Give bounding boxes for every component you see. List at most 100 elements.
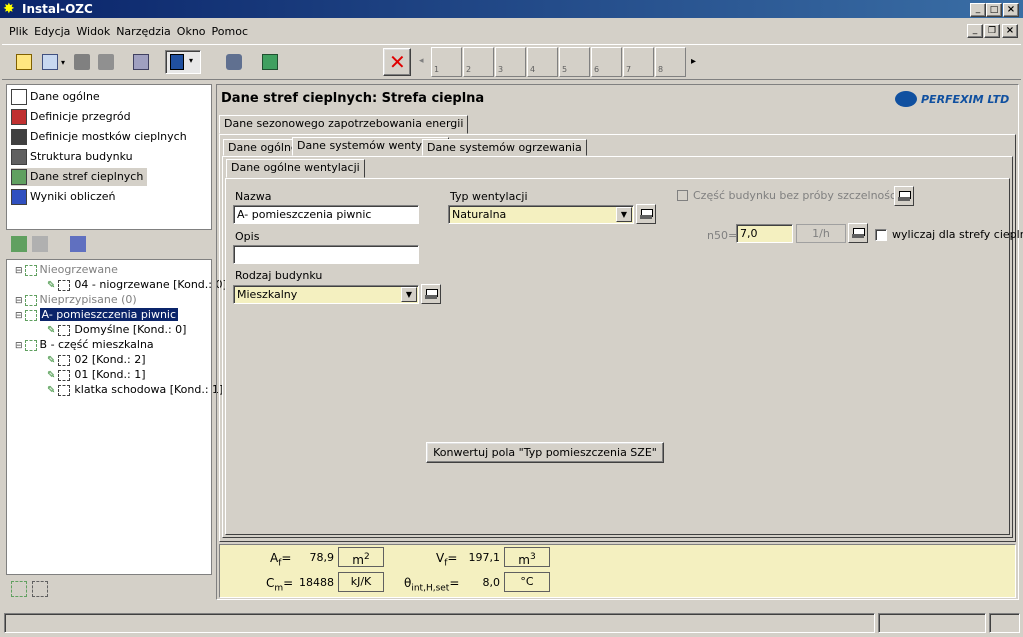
- n50-input[interactable]: 7,0: [736, 224, 793, 243]
- cm-unit: kJ/K: [338, 572, 384, 592]
- menu-bar: Plik Edycja Widok Narzędzia Okno Pomoc: [6, 23, 251, 41]
- menu-okno[interactable]: Okno: [174, 23, 209, 41]
- tab-heating-systems[interactable]: Dane systemów ogrzewania: [422, 139, 587, 156]
- vf-unit-exponent: 3: [529, 552, 536, 562]
- mdi-restore-button[interactable]: ❐: [984, 24, 1000, 38]
- save-icon[interactable]: [74, 54, 90, 70]
- minimize-button[interactable]: _: [970, 3, 986, 17]
- tree-toolbar: [6, 233, 212, 257]
- tree-item[interactable]: ✎ Domyślne [Kond.: 0]: [47, 323, 186, 338]
- calculator-toggle[interactable]: ▾: [165, 50, 201, 74]
- page-tab-2[interactable]: 2: [463, 47, 494, 77]
- tree-item[interactable]: ⊟ B - część mieszkalna: [15, 338, 154, 353]
- cm-label: Cm=: [266, 576, 293, 593]
- tree-expand-icon[interactable]: ⊟: [15, 341, 23, 351]
- nav-panel: Dane ogólne Definicje przegród Definicje m…: [6, 84, 212, 230]
- tree-item[interactable]: ✎ 04 - niogrzewane [Kond.: 0]: [47, 278, 227, 293]
- tree-item-label: B - część mieszkalna: [39, 338, 154, 351]
- rodzaj-select[interactable]: Mieszkalny: [233, 285, 419, 304]
- tab-seasonal-demand[interactable]: Dane sezonowego zapotrzebowania energii: [219, 115, 469, 134]
- typ-select[interactable]: Naturalna: [448, 205, 634, 224]
- new-file-icon[interactable]: [16, 54, 32, 70]
- typ-dropdown-icon[interactable]: ▼: [616, 207, 632, 222]
- page-tab-8[interactable]: 8: [655, 47, 686, 77]
- structure-view-icon[interactable]: [32, 581, 48, 597]
- page-tab-5[interactable]: 5: [559, 47, 590, 77]
- czesc-checkbox[interactable]: [677, 190, 688, 201]
- menu-plik[interactable]: Plik: [6, 23, 31, 41]
- nav-item-3[interactable]: Definicje mostków cieplnych: [11, 128, 191, 146]
- rodzaj-dropdown-icon[interactable]: ▼: [401, 287, 417, 302]
- menu-narzedzia[interactable]: Narzędzia: [113, 23, 174, 41]
- document-icon: [11, 89, 27, 105]
- open-dropdown-icon[interactable]: ▾: [61, 58, 65, 67]
- page-next-icon[interactable]: ▸: [691, 56, 696, 67]
- af-unit-base: m: [352, 553, 364, 567]
- tree-expand-icon[interactable]: ⊟: [15, 266, 23, 276]
- pencil-icon: ✎: [47, 280, 56, 291]
- page-prev-icon[interactable]: ◂: [419, 56, 424, 66]
- nazwa-input[interactable]: A- pomieszczenia piwnic: [233, 205, 419, 224]
- page-tab-1[interactable]: 1: [431, 47, 462, 77]
- page-tab-6[interactable]: 6: [591, 47, 622, 77]
- zone-icon: [11, 169, 27, 185]
- tree-item[interactable]: ✎ 01 [Kond.: 1]: [47, 368, 146, 383]
- tree-item[interactable]: ⊟ A- pomieszczenia piwnic: [15, 308, 179, 323]
- af-equals: =: [281, 551, 292, 565]
- page-tab-3[interactable]: 3: [495, 47, 526, 77]
- menu-edycja[interactable]: Edycja: [31, 23, 73, 41]
- nav-item-4[interactable]: Struktura budynku: [11, 148, 137, 166]
- tree-item[interactable]: ⊟ Nieogrzewane: [15, 263, 118, 278]
- af-symbol: A: [270, 551, 279, 565]
- nav-item-2[interactable]: Definicje przegród: [11, 108, 135, 126]
- close-button[interactable]: ×: [1003, 3, 1019, 17]
- structure-tree: ⊟ Nieogrzewane ✎ 04 - niogrzewane [Kond.: 0…: [6, 259, 227, 575]
- page-tab-4[interactable]: 4: [527, 47, 558, 77]
- tree-add-icon[interactable]: [11, 236, 27, 252]
- af-value: 78,9: [309, 551, 335, 564]
- n50-label: n50=: [707, 229, 738, 242]
- czesc-print-icon[interactable]: [894, 186, 914, 206]
- tree-item[interactable]: ⊟ Nieprzypisane (0): [15, 293, 137, 308]
- tree-move-icon[interactable]: [70, 236, 86, 252]
- catalog-icon[interactable]: [262, 54, 278, 70]
- tab-general-ventilation[interactable]: Dane ogólne wentylacji: [226, 159, 365, 178]
- maximize-button[interactable]: □: [986, 3, 1002, 17]
- tree-item[interactable]: ✎ klatka schodowa [Kond.: 1]: [47, 383, 223, 398]
- mdi-close-button[interactable]: ×: [1002, 24, 1018, 38]
- wyliczaj-label: wyliczaj dla strefy cieplnej: [892, 228, 1023, 241]
- status-bar-grip: [989, 613, 1020, 633]
- save-all-icon[interactable]: [98, 54, 114, 70]
- tab-general-data[interactable]: Dane ogólne: [223, 139, 303, 156]
- tree-remove-icon[interactable]: [32, 236, 48, 252]
- rodzaj-value: Mieszkalny: [237, 288, 298, 301]
- menu-widok[interactable]: Widok: [73, 23, 113, 41]
- tree-expand-icon[interactable]: ⊟: [15, 311, 23, 321]
- bridge-icon: [11, 129, 27, 145]
- tools-icon[interactable]: [226, 54, 242, 70]
- print-icon[interactable]: [133, 54, 149, 70]
- typ-print-icon[interactable]: [636, 204, 656, 224]
- mdi-minimize-button[interactable]: _: [967, 24, 983, 38]
- wyliczaj-checkbox[interactable]: [875, 229, 887, 241]
- nav-item-6[interactable]: Wyniki obliczeń: [11, 188, 120, 206]
- rodzaj-print-icon[interactable]: [421, 284, 441, 304]
- tree-item[interactable]: ✎ 02 [Kond.: 2]: [47, 353, 146, 368]
- theta-value: 8,0: [482, 576, 501, 589]
- results-icon: [11, 189, 27, 205]
- convert-button[interactable]: Konwertuj pola "Typ pomieszczenia SZE": [426, 442, 664, 463]
- structure-icon: [11, 149, 27, 165]
- cm-value: 18488: [299, 576, 334, 589]
- delete-button[interactable]: ✕: [383, 48, 411, 76]
- open-file-icon[interactable]: [42, 54, 58, 70]
- tree-expand-icon[interactable]: ⊟: [15, 296, 23, 306]
- nav-item-5[interactable]: Dane stref cieplnych: [11, 168, 148, 186]
- page-tab-7[interactable]: 7: [623, 47, 654, 77]
- zone-view-icon[interactable]: [11, 581, 27, 597]
- nav-item-1[interactable]: Dane ogólne: [11, 88, 104, 106]
- status-bar-main: [4, 613, 875, 633]
- opis-input[interactable]: [233, 245, 419, 264]
- n50-print-icon[interactable]: [848, 223, 868, 243]
- menu-pomoc[interactable]: Pomoc: [209, 23, 251, 41]
- czesc-label: Część budynku bez próby szczelności: [693, 189, 900, 202]
